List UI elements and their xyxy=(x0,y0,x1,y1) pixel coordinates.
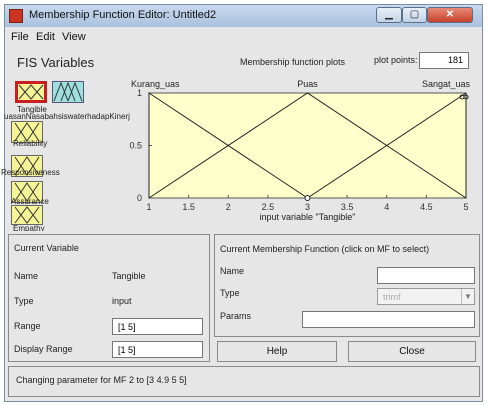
cv-name-label: Name xyxy=(14,271,39,281)
mf-label-puas: Puas xyxy=(297,79,318,89)
x-tick-label: 2 xyxy=(226,202,231,212)
range-input[interactable]: [1 5] xyxy=(112,318,203,335)
status-text: Changing parameter for MF 2 to [3 4.9 5 … xyxy=(16,375,187,385)
chevron-down-icon: ▼ xyxy=(461,289,474,304)
mf-params-input[interactable] xyxy=(302,311,475,328)
mf-vertex-marker xyxy=(304,195,311,201)
x-tick-label: 3 xyxy=(305,202,310,212)
help-button[interactable]: Help xyxy=(217,341,337,362)
mf-name-input[interactable] xyxy=(377,267,475,284)
cv-type-value: input xyxy=(112,296,132,306)
current-mf-heading: Current Membership Function (click on MF… xyxy=(220,244,430,254)
mf-plot[interactable]: 1 1.5 2 2.5 3 3.5 4 4.5 500.51Kurang_uas Puas Sang… xyxy=(5,5,482,233)
y-tick-label: 0 xyxy=(137,193,142,203)
x-tick-label: 5 xyxy=(463,202,468,212)
cv-name-value: Tangible xyxy=(112,271,146,281)
current-mf-panel: Current Membership Function (click on MF… xyxy=(214,234,480,337)
x-tick-label: 2.5 xyxy=(262,202,275,212)
plot-area xyxy=(148,92,467,199)
mf-label-sangatpuas: Sangat_uas xyxy=(422,79,471,89)
cv-display-range-label: Display Range xyxy=(14,344,73,354)
y-tick-label: 1 xyxy=(137,88,142,98)
status-bar: Changing parameter for MF 2 to [3 4.9 5 … xyxy=(8,366,480,397)
mf-type-select[interactable]: trimf ▼ xyxy=(377,288,475,305)
x-axis-label: input variable "Tangible" xyxy=(260,212,356,222)
mf-type-label: Type xyxy=(220,288,240,298)
current-variable-heading: Current Variable xyxy=(14,243,79,253)
display-range-input[interactable]: [1 5] xyxy=(112,341,203,358)
current-variable-panel: Current Variable Name Tangible Type inpu… xyxy=(8,234,210,362)
x-tick-label: 4.5 xyxy=(420,202,433,212)
close-button[interactable]: Close xyxy=(348,341,476,362)
mf-type-value: trimf xyxy=(383,292,401,302)
x-tick-label: 1 xyxy=(146,202,151,212)
cv-type-label: Type xyxy=(14,296,34,306)
mf-name-label: Name xyxy=(220,266,245,276)
mf-params-label: Params xyxy=(220,311,252,321)
mf-editor-window: Membership Function Editor: Untitled2 ▁ … xyxy=(1,4,483,402)
y-tick-label: 0.5 xyxy=(129,141,142,151)
x-tick-label: 3.5 xyxy=(341,202,354,212)
x-tick-label: 4 xyxy=(384,202,389,212)
x-tick-label: 1.5 xyxy=(182,202,195,212)
cv-range-label: Range xyxy=(14,321,41,331)
mf-label-kurangpuas: Kurang_uas xyxy=(131,79,180,89)
